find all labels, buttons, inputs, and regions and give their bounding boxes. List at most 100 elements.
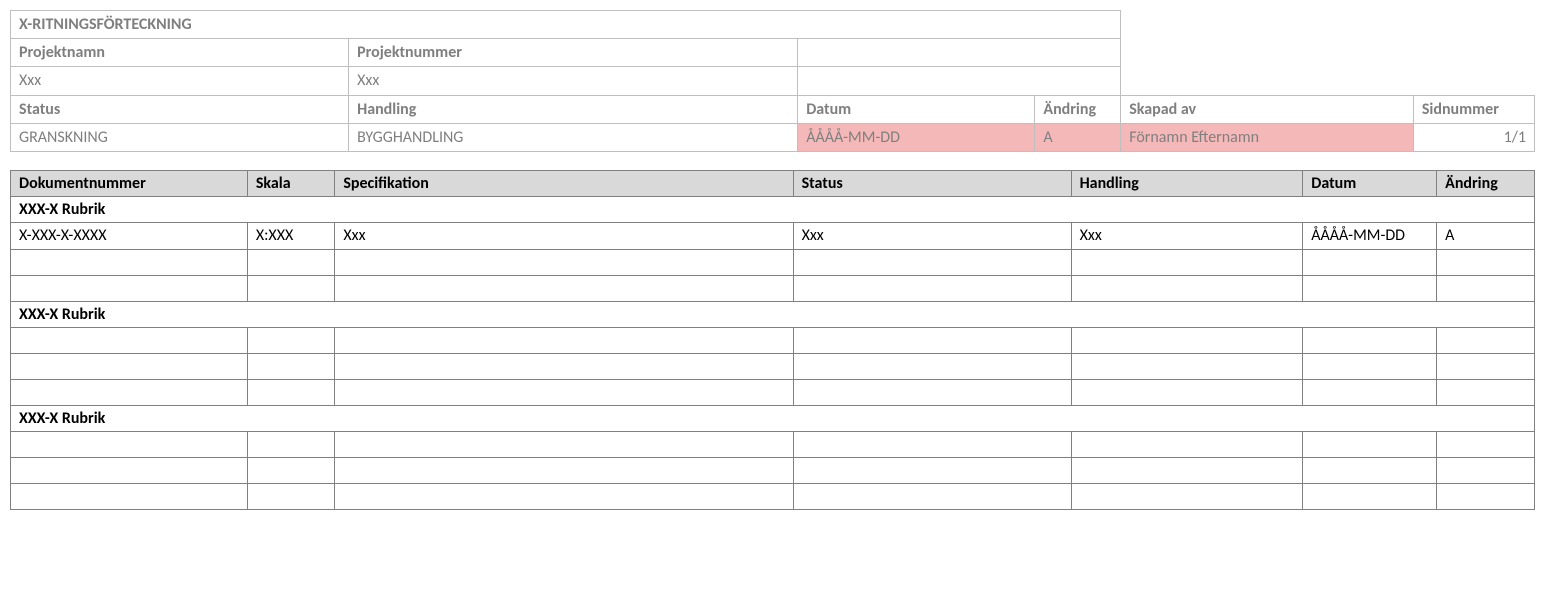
cell-specifikation [335,353,793,379]
cell-handling [1071,483,1303,509]
header-blank-side-2 [1121,67,1535,95]
cell-dokumentnummer [11,379,248,405]
cell-handling [1071,379,1303,405]
value-projektnamn: Xxx [11,67,349,95]
header-blank-2 [798,67,1121,95]
value-status: GRANSKNING [11,123,349,151]
cell-status [793,431,1071,457]
label-skapad-av: Skapad av [1121,95,1414,123]
cell-datum [1303,457,1437,483]
cell-specifikation [335,431,793,457]
cell-handling [1071,249,1303,275]
cell-andring [1437,457,1535,483]
col-skala: Skala [247,170,335,196]
table-row: X-XXX-X-XXXXX:XXXXxxXxxXxxÅÅÅÅ-MM-DDA [11,223,1535,249]
cell-skala [247,353,335,379]
cell-status [793,457,1071,483]
rubrik-row: XXX-X Rubrik [11,405,1535,431]
cell-specifikation: Xxx [335,223,793,249]
cell-dokumentnummer [11,457,248,483]
col-handling: Handling [1071,170,1303,196]
cell-skala [247,327,335,353]
cell-andring [1437,275,1535,301]
cell-andring [1437,379,1535,405]
table-row [11,327,1535,353]
value-datum: ÅÅÅÅ-MM-DD [798,123,1035,151]
cell-handling [1071,353,1303,379]
cell-datum [1303,379,1437,405]
label-projektnummer: Projektnummer [349,39,798,67]
cell-status [793,379,1071,405]
value-sidnummer: 1/1 [1413,123,1534,151]
cell-specifikation [335,327,793,353]
table-row [11,483,1535,509]
cell-status [793,353,1071,379]
cell-dokumentnummer [11,431,248,457]
value-andring: A [1035,123,1121,151]
cell-skala [247,249,335,275]
cell-dokumentnummer [11,249,248,275]
cell-specifikation [335,457,793,483]
cell-dokumentnummer [11,275,248,301]
value-handling: BYGGHANDLING [349,123,798,151]
table-header-row: Dokumentnummer Skala Specifikation Statu… [11,170,1535,196]
cell-skala [247,379,335,405]
cell-specifikation [335,249,793,275]
cell-skala: X:XXX [247,223,335,249]
table-row [11,275,1535,301]
cell-datum [1303,353,1437,379]
cell-specifikation [335,483,793,509]
rubrik-cell: XXX-X Rubrik [11,405,1535,431]
col-status: Status [793,170,1071,196]
col-specifikation: Specifikation [335,170,793,196]
cell-specifikation [335,379,793,405]
cell-handling [1071,431,1303,457]
col-dokumentnummer: Dokumentnummer [11,170,248,196]
value-skapad-av: Förnamn Efternamn [1121,123,1414,151]
label-handling: Handling [349,95,798,123]
cell-dokumentnummer [11,327,248,353]
table-row [11,353,1535,379]
cell-status [793,483,1071,509]
drawing-list-table: Dokumentnummer Skala Specifikation Statu… [10,170,1535,510]
cell-skala [247,431,335,457]
cell-handling [1071,275,1303,301]
header-blank-side-1 [1121,39,1535,67]
cell-andring [1437,431,1535,457]
cell-handling [1071,327,1303,353]
cell-dokumentnummer: X-XXX-X-XXXX [11,223,248,249]
cell-datum [1303,483,1437,509]
cell-andring: A [1437,223,1535,249]
label-datum: Datum [798,95,1035,123]
table-row [11,431,1535,457]
cell-andring [1437,327,1535,353]
cell-skala [247,457,335,483]
rubrik-row: XXX-X Rubrik [11,197,1535,223]
cell-specifikation [335,275,793,301]
header-blank-1 [798,39,1121,67]
label-andring: Ändring [1035,95,1121,123]
rubrik-cell: XXX-X Rubrik [11,197,1535,223]
cell-dokumentnummer [11,483,248,509]
cell-skala [247,483,335,509]
cell-status [793,327,1071,353]
header-blank-top [1121,11,1535,39]
document-title: X-RITNINGSFÖRTECKNING [11,11,1121,39]
col-andring: Ändring [1437,170,1535,196]
cell-status [793,275,1071,301]
cell-status: Xxx [793,223,1071,249]
table-row [11,457,1535,483]
label-projektnamn: Projektnamn [11,39,349,67]
header-table: X-RITNINGSFÖRTECKNING Projektnamn Projek… [10,10,1535,152]
rubrik-row: XXX-X Rubrik [11,301,1535,327]
cell-datum [1303,275,1437,301]
cell-handling [1071,457,1303,483]
rubrik-cell: XXX-X Rubrik [11,301,1535,327]
cell-datum [1303,249,1437,275]
cell-andring [1437,483,1535,509]
col-datum: Datum [1303,170,1437,196]
cell-andring [1437,249,1535,275]
label-sidnummer: Sidnummer [1413,95,1534,123]
table-row [11,379,1535,405]
cell-datum: ÅÅÅÅ-MM-DD [1303,223,1437,249]
